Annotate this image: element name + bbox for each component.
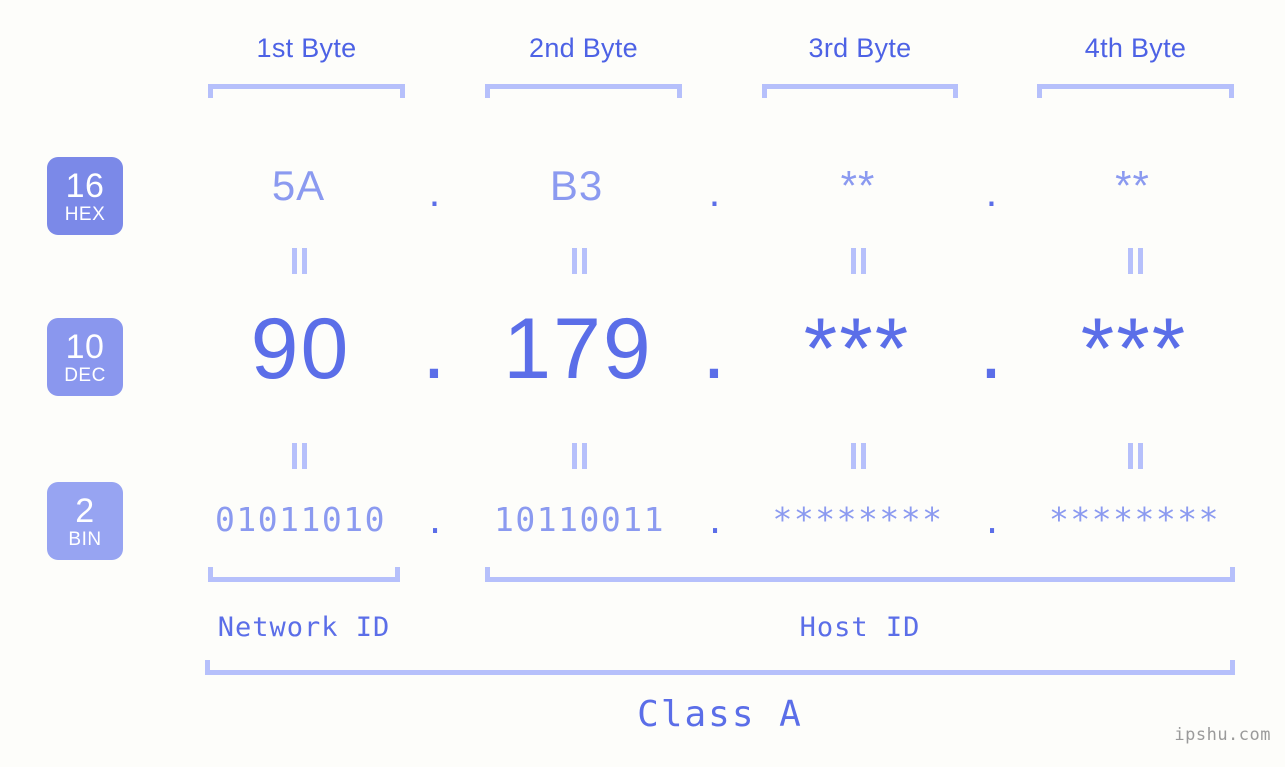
- equals-connector-hex-dec-2: [568, 248, 590, 274]
- bin-separator-1: .: [425, 502, 445, 541]
- equals-connector-hex-dec-3: [847, 248, 869, 274]
- dec-byte-2: 179: [503, 301, 653, 397]
- hex-separator-1: .: [428, 168, 442, 215]
- equals-connector-dec-bin-3: [847, 443, 869, 469]
- dec-separator-1: .: [422, 301, 446, 397]
- bin-byte-2: 10110011: [494, 500, 665, 539]
- hex-value-row: 5A . B3 . ** . **: [0, 162, 1285, 222]
- bin-value-row: 01011010 . 10110011 . ******** . *******…: [0, 500, 1285, 550]
- equals-connector-hex-dec-1: [288, 248, 310, 274]
- byte-bracket-2: [485, 84, 682, 98]
- hex-byte-1: 5A: [271, 162, 326, 209]
- byte-bracket-3: [762, 84, 958, 98]
- byte-bracket-1: [208, 84, 405, 98]
- equals-connector-dec-bin-2: [568, 443, 590, 469]
- byte-header-label-3: 3rd Byte: [808, 33, 912, 63]
- byte-bracket-4: [1037, 84, 1234, 98]
- bin-byte-1: 01011010: [215, 500, 386, 539]
- host-id-label: Host ID: [799, 612, 921, 643]
- class-label: Class A: [637, 694, 803, 735]
- dec-separator-2: .: [702, 301, 726, 397]
- byte-header-label-1: 1st Byte: [256, 33, 357, 63]
- dec-separator-3: .: [979, 301, 1003, 397]
- equals-connector-dec-bin-1: [288, 443, 310, 469]
- equals-connector-dec-bin-4: [1124, 443, 1146, 469]
- equals-connector-hex-dec-4: [1124, 248, 1146, 274]
- hex-separator-3: .: [985, 168, 999, 215]
- bin-separator-3: .: [982, 502, 1002, 541]
- dec-value-row: 90 . 179 . *** . ***: [0, 300, 1285, 415]
- class-bracket: [205, 660, 1235, 675]
- byte-header-label-4: 4th Byte: [1084, 33, 1187, 63]
- bin-byte-3: ********: [772, 500, 944, 539]
- dec-byte-1: 90: [250, 301, 351, 397]
- dec-byte-3: ***: [803, 301, 911, 397]
- bin-separator-2: .: [705, 502, 725, 541]
- network-id-bracket: [208, 567, 400, 582]
- hex-separator-2: .: [708, 168, 722, 215]
- byte-header-label-2: 2nd Byte: [529, 33, 638, 63]
- ip-address-breakdown-diagram: 1st Byte 2nd Byte 3rd Byte 4th Byte 16 H…: [0, 0, 1285, 767]
- watermark: ipshu.com: [1174, 725, 1271, 745]
- hex-byte-2: B3: [549, 162, 604, 209]
- dec-byte-4: ***: [1080, 301, 1188, 397]
- network-id-label: Network ID: [217, 612, 391, 643]
- host-id-bracket: [485, 567, 1235, 582]
- hex-byte-3: **: [840, 162, 876, 209]
- hex-byte-4: **: [1115, 162, 1150, 209]
- bin-byte-4: ********: [1049, 500, 1220, 539]
